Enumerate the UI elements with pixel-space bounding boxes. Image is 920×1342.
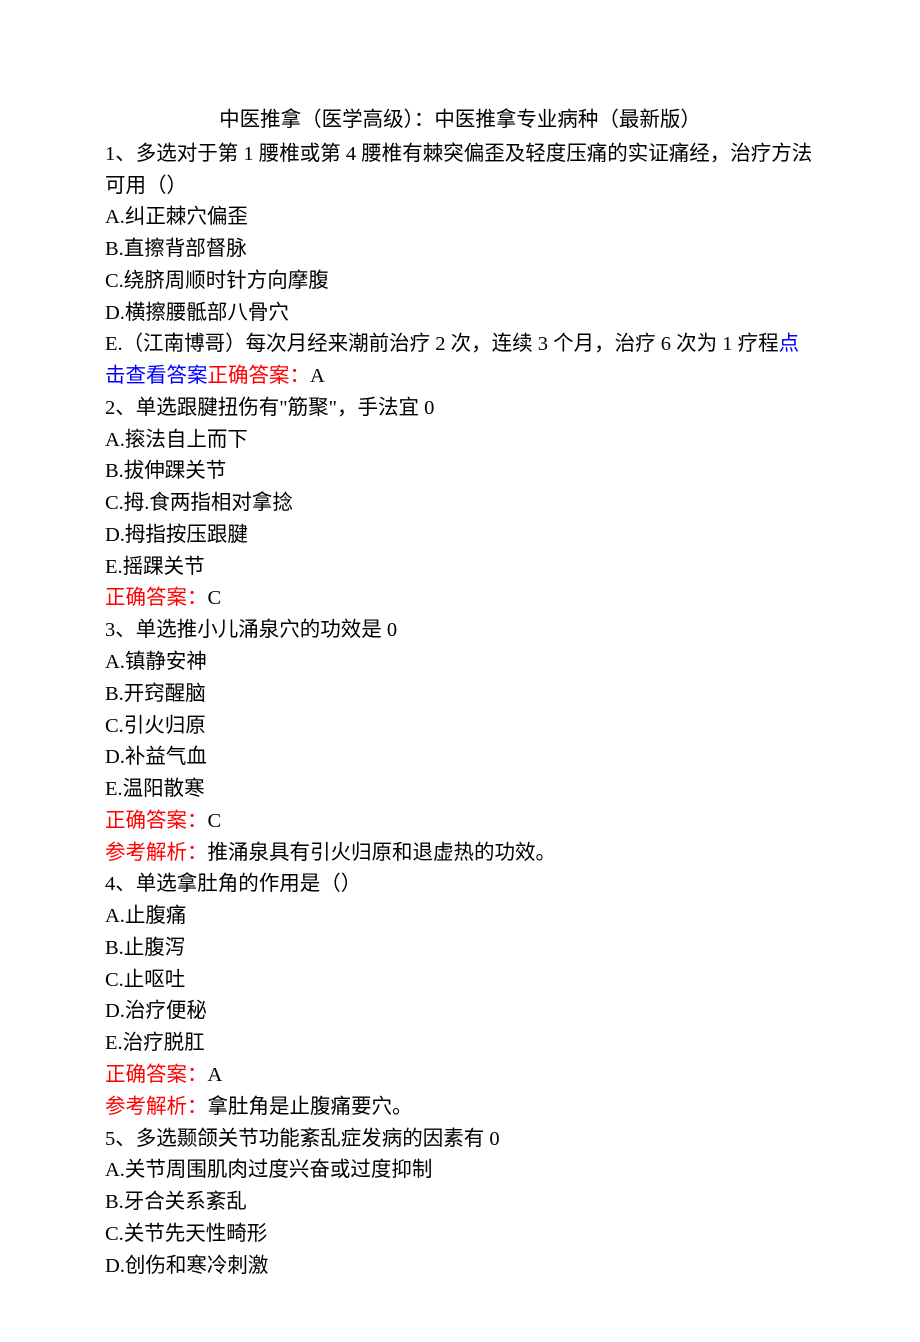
q1-option-c: C.绕脐周顺时针方向摩腹 (105, 266, 815, 298)
q4-explain-value: 拿肚角是止腹痛要穴。 (208, 1096, 413, 1118)
q1-option-b: B.直擦背部督脉 (105, 234, 815, 266)
question-4: 4、单选拿肚角的作用是（） A.止腹痛 B.止腹泻 C.止呕吐 D.治疗便秘 E… (105, 869, 815, 1123)
q1-option-e-line: E.（江南博哥）每次月经来潮前治疗 2 次，连续 3 个月，治疗 6 次为 1 … (105, 329, 815, 393)
q3-answer-label: 正确答案： (105, 810, 208, 832)
q5-option-d: D.创伤和寒冷刺激 (105, 1251, 815, 1283)
q3-explain-value: 推涌泉具有引火归原和退虚热的功效。 (208, 842, 557, 864)
q3-stem-rest: 推小儿涌泉穴的功效是 0 (177, 619, 397, 641)
q3-option-a: A.镇静安神 (105, 647, 815, 679)
q3-stem: 3、单选推小儿涌泉穴的功效是 0 (105, 615, 815, 647)
q2-stem-prefix: 2、单选 (105, 397, 177, 419)
q5-option-a: A.关节周围肌肉过度兴奋或过度抑制 (105, 1155, 815, 1187)
q4-option-d: D.治疗便秘 (105, 996, 815, 1028)
q5-stem-rest: 颞颌关节功能紊乱症发病的因素有 0 (177, 1128, 500, 1150)
q3-option-e: E.温阳散寒 (105, 774, 815, 806)
q1-stem-prefix: 1、多选 (105, 143, 177, 165)
question-2: 2、单选跟腱扭伤有"筋聚"，手法宜 0 A.㨰法自上而下 B.拔伸踝关节 C.拇… (105, 393, 815, 615)
q3-answer-value: C (208, 810, 222, 832)
title-text: 中医推拿（医学高级）：中医推拿专业病种（最新版） (219, 109, 701, 131)
q4-option-a: A.止腹痛 (105, 901, 815, 933)
q2-option-d: D.拇指按压跟腱 (105, 520, 815, 552)
q4-answer-line: 正确答案：A (105, 1060, 815, 1092)
q5-stem-prefix: 5、多选 (105, 1128, 177, 1150)
q2-option-a: A.㨰法自上而下 (105, 425, 815, 457)
q1-option-a: A.纠正棘穴偏歪 (105, 202, 815, 234)
q2-stem-rest: 跟腱扭伤有"筋聚"，手法宜 0 (177, 397, 435, 419)
page-title: 中医推拿（医学高级）：中医推拿专业病种（最新版） (105, 105, 815, 137)
q3-explain-line: 参考解析：推涌泉具有引火归原和退虚热的功效。 (105, 838, 815, 870)
q4-option-c: C.止呕吐 (105, 965, 815, 997)
q5-stem: 5、多选颞颌关节功能紊乱症发病的因素有 0 (105, 1124, 815, 1156)
question-3: 3、单选推小儿涌泉穴的功效是 0 A.镇静安神 B.开窍醒脑 C.引火归原 D.… (105, 615, 815, 869)
q3-answer-line: 正确答案：C (105, 806, 815, 838)
q4-answer-label: 正确答案： (105, 1064, 208, 1086)
q1-answer-label: 正确答案： (208, 365, 311, 387)
q4-option-b: B.止腹泻 (105, 933, 815, 965)
q1-stem: 1、多选对于第 1 腰椎或第 4 腰椎有棘突偏歪及轻度压痛的实证痛经，治疗方法可… (105, 139, 815, 203)
q2-answer-value: C (208, 587, 222, 609)
q2-option-c: C.拇.食两指相对拿捻 (105, 488, 815, 520)
q2-answer-line: 正确答案：C (105, 583, 815, 615)
q4-stem-prefix: 4、单选 (105, 873, 177, 895)
q2-option-b: B.拔伸踝关节 (105, 456, 815, 488)
q2-option-e: E.摇踝关节 (105, 552, 815, 584)
q2-stem: 2、单选跟腱扭伤有"筋聚"，手法宜 0 (105, 393, 815, 425)
q3-option-d: D.补益气血 (105, 742, 815, 774)
q4-answer-value: A (208, 1064, 223, 1086)
q4-stem-rest: 拿肚角的作用是（） (177, 873, 362, 895)
q1-stem-rest: 对于第 1 腰椎或第 4 腰椎有棘突偏歪及轻度压痛的实证痛经，治疗方法可用（） (105, 143, 812, 197)
q3-stem-prefix: 3、单选 (105, 619, 177, 641)
q4-explain-line: 参考解析：拿肚角是止腹痛要穴。 (105, 1092, 815, 1124)
q2-answer-label: 正确答案： (105, 587, 208, 609)
q5-option-b: B.牙合关系紊乱 (105, 1187, 815, 1219)
question-5: 5、多选颞颌关节功能紊乱症发病的因素有 0 A.关节周围肌肉过度兴奋或过度抑制 … (105, 1124, 815, 1283)
question-1: 1、多选对于第 1 腰椎或第 4 腰椎有棘突偏歪及轻度压痛的实证痛经，治疗方法可… (105, 139, 815, 393)
q3-explain-label: 参考解析： (105, 842, 208, 864)
q1-answer-value: A (310, 365, 325, 387)
q1-option-d: D.横擦腰骶部八骨穴 (105, 298, 815, 330)
q3-option-b: B.开窍醒脑 (105, 679, 815, 711)
q4-option-e: E.治疗脱肛 (105, 1028, 815, 1060)
q4-explain-label: 参考解析： (105, 1096, 208, 1118)
q5-option-c: C.关节先天性畸形 (105, 1219, 815, 1251)
q4-stem: 4、单选拿肚角的作用是（） (105, 869, 815, 901)
q3-option-c: C.引火归原 (105, 711, 815, 743)
q1-option-e: E.（江南博哥）每次月经来潮前治疗 2 次，连续 3 个月，治疗 6 次为 1 … (105, 333, 779, 355)
